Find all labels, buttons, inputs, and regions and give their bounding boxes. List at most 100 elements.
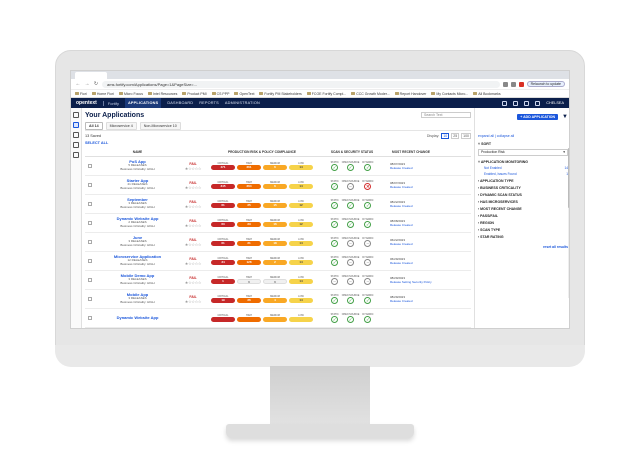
extension-icon[interactable] — [502, 81, 508, 87]
menu-icon[interactable] — [73, 112, 79, 118]
add-application-button[interactable]: + ADD APPLICATION — [517, 113, 559, 120]
facet-header[interactable]: › REGION — [478, 220, 568, 227]
risk-count-pill[interactable]: 4 — [263, 298, 287, 303]
row-checkbox[interactable] — [88, 316, 92, 320]
risk-count-pill[interactable]: 14 — [289, 241, 313, 246]
status-none-icon[interactable]: – — [347, 259, 355, 266]
expand-collapse-links[interactable]: expand all | collapse all — [478, 134, 568, 142]
status-ok-icon[interactable]: ✓ — [331, 221, 339, 228]
user-menu[interactable]: CHELSEA — [546, 101, 564, 105]
risk-count-pill[interactable]: 14 — [289, 260, 313, 265]
facet-header[interactable]: › MOST RECENT CHANGE — [478, 206, 568, 213]
page-size-10[interactable]: 10 — [441, 133, 450, 139]
risk-count-pill[interactable]: 18 — [263, 241, 287, 246]
facet-header[interactable]: › BUSINESS CRITICALITY — [478, 185, 568, 192]
table-row[interactable]: Starter App 21 RELEASES Business Criticali… — [85, 176, 471, 195]
nav-administration[interactable]: ADMINISTRATION — [225, 98, 260, 108]
search-icon[interactable] — [502, 100, 508, 106]
scrollbar[interactable] — [568, 148, 569, 298]
row-checkbox[interactable] — [88, 164, 92, 168]
risk-count-pill[interactable]: 15 — [263, 203, 287, 208]
risk-count-pill[interactable]: 26 — [237, 298, 261, 303]
nav-dashboard[interactable]: DASHBOARD — [167, 98, 193, 108]
change-link[interactable]: Release Created — [390, 223, 436, 227]
header-change[interactable]: MOST RECENT CHANGE — [386, 150, 436, 154]
nav-applications[interactable]: APPLICATIONS — [124, 98, 162, 108]
bookmark-item[interactable]: CS PPP — [211, 92, 229, 96]
change-link[interactable]: Release Created — [390, 261, 436, 265]
table-row[interactable]: September 3 RELEASES Business Criticality:… — [85, 195, 471, 214]
risk-count-pill[interactable]: 12 — [289, 222, 313, 227]
status-ok-icon[interactable]: ✓ — [331, 202, 339, 209]
status-none-icon[interactable]: – — [347, 240, 355, 247]
status-none-icon[interactable]: – — [364, 259, 372, 266]
sort-select[interactable]: Production Risk ▾ — [478, 149, 568, 156]
risk-count-pill[interactable] — [263, 317, 287, 322]
facet-header[interactable]: › APPLICATION TYPE — [478, 178, 568, 185]
row-checkbox[interactable] — [88, 278, 92, 282]
risk-count-pill[interactable] — [289, 317, 313, 322]
grid-view-icon[interactable] — [73, 122, 79, 128]
bookmark-item[interactable]: OpenText — [234, 92, 254, 96]
reload-icon[interactable]: ↻ — [93, 81, 99, 87]
risk-count-pill[interactable]: 14 — [289, 165, 313, 170]
risk-count-pill[interactable]: 128 — [237, 260, 261, 265]
change-link[interactable]: Release Created — [390, 185, 436, 189]
facet-header[interactable]: › PASS/FAIL — [478, 213, 568, 220]
page-size-100[interactable]: 100 — [461, 133, 471, 139]
bookmark-item[interactable]: CCC Growth Moder... — [351, 92, 390, 96]
back-icon[interactable]: ← — [75, 81, 81, 87]
facet-header[interactable]: › SCAN TYPE — [478, 227, 568, 234]
nav-reports[interactable]: REPORTS — [199, 98, 219, 108]
row-checkbox[interactable] — [88, 183, 92, 187]
bookmark-item[interactable]: All Bookmarks — [473, 92, 501, 96]
app-name-link[interactable]: Dynamic Website App — [95, 316, 180, 320]
status-ok-icon[interactable]: ✓ — [364, 202, 372, 209]
bookmark-item[interactable]: Intel Resources — [148, 92, 177, 96]
risk-count-pill[interactable]: 14 — [289, 298, 313, 303]
status-ok-icon[interactable]: ✓ — [347, 297, 355, 304]
row-checkbox[interactable] — [88, 297, 92, 301]
change-link[interactable]: Release Setting Security Policy — [390, 280, 436, 284]
bookmark-item[interactable]: Home Fiori — [91, 92, 114, 96]
status-ok-icon[interactable]: ✓ — [331, 164, 339, 171]
reset-all-link[interactable]: reset all results — [478, 245, 568, 249]
change-link[interactable]: Release Created — [390, 242, 436, 246]
bookmark-item[interactable]: Fiori — [75, 92, 87, 96]
status-ok-icon[interactable]: ✓ — [364, 297, 372, 304]
bookmark-item[interactable]: Product PMI — [182, 92, 207, 96]
table-row[interactable]: Dynamic Website App 2 RELEASES Business Cr… — [85, 214, 471, 233]
status-ok-icon[interactable]: ✓ — [364, 316, 372, 323]
search-input[interactable]: Search Text — [421, 112, 471, 118]
status-none-icon[interactable]: – — [347, 183, 355, 190]
table-row[interactable]: Dynamic Website App CRITICAL HIGH MEDIUM LOW… — [85, 309, 471, 328]
facet-header[interactable]: ˅ APPLICATION MONITORING — [478, 159, 568, 166]
status-ok-icon[interactable]: ✓ — [347, 202, 355, 209]
bookmark-item[interactable]: FCOE Fortify Compl... — [306, 92, 346, 96]
header-scan[interactable]: SCAN & SECURITY STATUS — [318, 150, 386, 154]
browser-tab[interactable] — [75, 72, 107, 79]
scroll-thumb[interactable] — [568, 148, 569, 208]
header-risk[interactable]: PRODUCTION RISK & POLICY COMPLIANCE — [206, 150, 318, 154]
risk-count-pill[interactable]: 25 — [237, 203, 261, 208]
risk-count-pill[interactable]: 2 — [263, 260, 287, 265]
status-ok-icon[interactable]: ✓ — [364, 221, 372, 228]
facet-header[interactable]: › HAS MICROSERVICES — [478, 199, 568, 206]
extension-icon[interactable] — [518, 81, 524, 87]
risk-count-pill[interactable]: 19 — [211, 298, 235, 303]
change-link[interactable]: Release Created — [390, 299, 436, 303]
risk-count-pill[interactable]: 0 — [237, 279, 261, 284]
status-ok-icon[interactable]: ✓ — [331, 240, 339, 247]
facet-header[interactable]: › STAR RATING — [478, 234, 568, 241]
status-ok-icon[interactable]: ✓ — [347, 221, 355, 228]
risk-count-pill[interactable]: 12 — [289, 203, 313, 208]
risk-count-pill[interactable]: 61 — [211, 203, 235, 208]
filter-icon[interactable]: ▼ — [562, 114, 568, 120]
status-none-icon[interactable]: – — [364, 240, 372, 247]
row-checkbox[interactable] — [88, 259, 92, 263]
extension-icon[interactable] — [510, 81, 516, 87]
row-checkbox[interactable] — [88, 221, 92, 225]
address-bar[interactable]: ams.fortify.com/Applications/Page=1&Page… — [102, 80, 500, 88]
status-none-icon[interactable]: – — [364, 278, 372, 285]
risk-count-pill[interactable]: 61 — [211, 241, 235, 246]
